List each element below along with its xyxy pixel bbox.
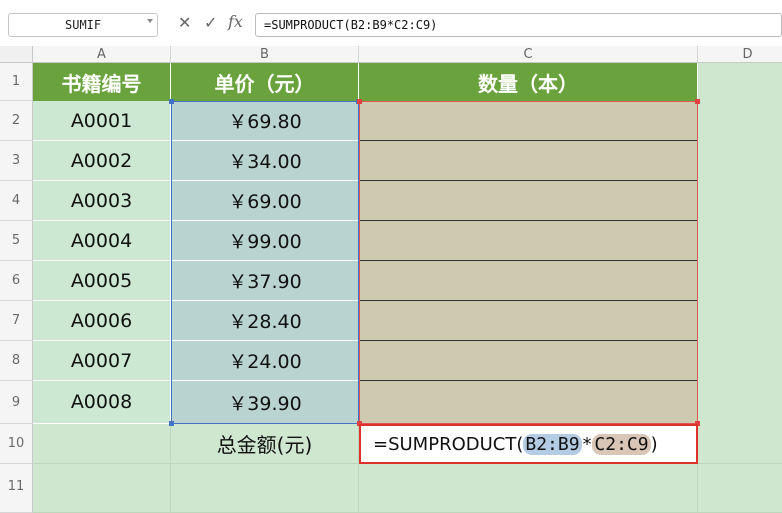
book-id-cell[interactable]: A0007 [33,341,171,381]
formula-operator: * [581,433,593,455]
row-header-7[interactable]: 7 [0,301,33,341]
name-box-dropdown-icon[interactable] [147,19,153,23]
header-book-id[interactable]: 书籍编号 [33,63,171,101]
row-header-11[interactable]: 11 [0,464,33,513]
name-box[interactable]: SUMIF [8,13,158,37]
formula-ref-b: B2:B9 [523,433,582,455]
resize-handle[interactable] [169,421,174,426]
row-header-8[interactable]: 8 [0,341,33,381]
select-all-corner[interactable] [0,46,33,63]
row-header-5[interactable]: 5 [0,221,33,261]
book-id-cell[interactable]: A0006 [33,301,171,341]
unit-price-cell[interactable]: ￥69.00 [171,181,359,221]
unit-price-cell[interactable]: ￥24.00 [171,341,359,381]
row-header-4[interactable]: 4 [0,181,33,221]
row-11-cell-d[interactable] [698,464,782,513]
column-header-c[interactable]: C [359,46,698,63]
row-11-cell-c[interactable] [359,464,698,513]
header-unit-price[interactable]: 单价（元） [171,63,359,101]
resize-handle[interactable] [169,99,174,104]
row-11-cell-a[interactable] [33,464,171,513]
row-header-2[interactable]: 2 [0,101,33,141]
quantity-cell[interactable] [359,341,698,381]
quantity-cell[interactable] [359,261,698,301]
book-id-cell[interactable]: A0002 [33,141,171,181]
quantity-cell[interactable] [359,101,698,141]
unit-price-cell[interactable]: ￥37.90 [171,261,359,301]
cancel-icon[interactable]: ✕ [178,13,191,32]
unit-price-cell[interactable]: ￥69.80 [171,101,359,141]
total-empty-cell[interactable] [33,424,171,464]
row-header-10[interactable]: 10 [0,424,33,464]
row-header-9[interactable]: 9 [0,381,33,424]
formula-bar: SUMIF ✕ ✓ fx =SUMPRODUCT(B2:B9*C2:C9) [0,0,782,47]
unit-price-cell[interactable]: ￥39.90 [171,381,359,424]
enter-icon[interactable]: ✓ [204,13,217,32]
book-id-cell[interactable]: A0004 [33,221,171,261]
column-header-d[interactable]: D [698,46,782,63]
unit-price-cell[interactable]: ￥28.40 [171,301,359,341]
name-box-value: SUMIF [65,18,102,32]
book-id-cell[interactable]: A0003 [33,181,171,221]
quantity-cell[interactable] [359,221,698,261]
quantity-cell[interactable] [359,381,698,424]
unit-price-cell[interactable]: ￥99.00 [171,221,359,261]
header-quantity[interactable]: 数量（本） [359,63,698,101]
column-d-blank[interactable] [698,63,782,464]
row-header-3[interactable]: 3 [0,141,33,181]
formula-ref-c: C2:C9 [592,433,651,455]
total-label[interactable]: 总金额(元) [171,424,359,464]
resize-handle[interactable] [695,99,700,104]
row-header-1[interactable]: 1 [0,63,33,101]
formula-suffix: ) [650,433,658,455]
formula-text: =SUMPRODUCT(B2:B9*C2:C9) [264,18,438,32]
insert-function-icon[interactable]: fx [228,12,243,31]
row-header-6[interactable]: 6 [0,261,33,301]
quantity-cell[interactable] [359,141,698,181]
formula-input[interactable]: =SUMPRODUCT(B2:B9*C2:C9) [255,13,782,37]
resize-handle[interactable] [357,99,362,104]
book-id-cell[interactable]: A0005 [33,261,171,301]
quantity-cell[interactable] [359,181,698,221]
formula-prefix: =SUMPRODUCT( [373,433,524,455]
column-header-b[interactable]: B [171,46,359,63]
book-id-cell[interactable]: A0008 [33,381,171,424]
quantity-cell[interactable] [359,301,698,341]
column-header-a[interactable]: A [33,46,171,63]
book-id-cell[interactable]: A0001 [33,101,171,141]
active-formula-cell[interactable]: =SUMPRODUCT( B2:B9 * C2:C9 ) [359,424,698,464]
unit-price-cell[interactable]: ￥34.00 [171,141,359,181]
row-11-cell-b[interactable] [171,464,359,513]
